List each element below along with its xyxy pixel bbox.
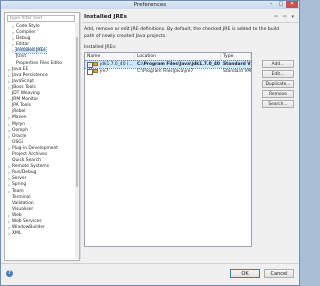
row-name: jdk1.7.0_40 (... — [100, 62, 133, 67]
column-location[interactable]: Location — [135, 53, 221, 60]
edit-button[interactable]: Edit... — [262, 70, 294, 78]
tree-item-label: JavaScript — [12, 78, 35, 84]
jre-icon — [93, 62, 98, 66]
tree-item-label: Web Services — [12, 219, 42, 224]
row-name: jre7 — [100, 69, 109, 74]
tree-item-label: Debug — [16, 36, 31, 42]
expand-arrow-icon[interactable]: ▷ — [8, 231, 11, 237]
tree-item-label: Code Style — [16, 24, 40, 29]
tree-item-label: Web — [12, 212, 22, 218]
tree-item-label: Mylyn — [12, 121, 25, 127]
window-title: Preferences — [133, 2, 167, 8]
tree-item-label: Editor — [16, 42, 29, 48]
minimize-button[interactable]: – — [266, 1, 276, 8]
tree-item-label: OSGi — [12, 139, 23, 145]
preferences-window: Preferences – □ ✕ type filter text ▷ Code… — [0, 0, 300, 286]
preferences-tree-panel: type filter text ▷ Code Style ▷ Compiler ▷ De… — [4, 12, 80, 261]
tree-item-label: Maven — [12, 115, 27, 121]
cancel-button[interactable]: Cancel — [264, 269, 294, 278]
tree-item-label: XML — [12, 231, 22, 237]
help-icon[interactable]: ? — [6, 270, 13, 277]
panel-divider[interactable] — [80, 12, 81, 259]
tree-item-label: Oracle — [12, 133, 27, 139]
tree-item-label: JPA Tools — [12, 103, 31, 109]
table-row[interactable]: jre7 C:\Program Files\Java\jre7 Standard… — [85, 68, 251, 75]
tree-item-label: JBoss Tools — [12, 84, 36, 90]
filter-input[interactable]: type filter text — [7, 15, 75, 22]
tree-item[interactable]: ▷ XML — [5, 231, 79, 237]
tree-item-label: Properties Files Edito — [16, 60, 62, 66]
remove-button[interactable]: Remove — [262, 90, 294, 98]
page-nav: ⇦ ⇨ ▾ — [271, 14, 294, 20]
ok-button[interactable]: OK — [230, 269, 260, 278]
tree-item-label: Project Archives — [12, 151, 48, 157]
page-description: Add, remove or edit JRE definitions. By … — [84, 27, 280, 39]
tree-item-label: Installed JREs — [15, 47, 47, 55]
tree-item-label: JDT Weaving — [12, 91, 40, 97]
search-button[interactable]: Search... — [262, 100, 294, 108]
tree-item-label: Java Persistence — [12, 72, 48, 78]
jre-table: Name Location Type ✓ jdk1.7.0_40 (... C:… — [84, 52, 252, 247]
tree-scrollbar-thumb[interactable] — [76, 37, 78, 187]
maximize-button[interactable]: □ — [276, 1, 286, 8]
back-arrow-icon[interactable]: ⇦ — [274, 14, 278, 20]
tree-item-label: JUnit — [16, 54, 27, 60]
tree-item-label: Java EE — [12, 66, 29, 72]
tree-item-label: JRM Monitor — [12, 97, 39, 103]
header-separator — [82, 22, 298, 23]
close-button[interactable]: ✕ — [286, 1, 298, 8]
tree-item-label: Validation — [12, 200, 34, 206]
preferences-tree: ▷ Code Style ▷ Compiler ▷ Debug ▷ Editor ▷ Instal… — [5, 24, 79, 237]
installed-jres-page: Installed JREs ⇦ ⇨ ▾ Add, remove or edit… — [82, 12, 298, 259]
table-row[interactable]: ✓ jdk1.7.0_40 (... C:\Program Files\Java… — [84, 60, 252, 69]
duplicate-button[interactable]: Duplicate... — [262, 80, 294, 88]
jre-icon — [93, 69, 98, 73]
tree-item-label: Quick Search — [12, 158, 41, 164]
row-type: Standard VM — [223, 69, 251, 74]
tree-item-label: Visualiser — [12, 206, 34, 212]
footer-separator — [1, 263, 299, 264]
row-location: C:\Program Files\Java\jdk1.7.0_40 — [137, 62, 220, 67]
view-menu-icon[interactable]: ▾ — [291, 14, 294, 20]
tree-item-label: WindowBuilder — [12, 225, 45, 231]
tree-item-label: Compiler — [16, 30, 36, 36]
tree-item-label: Server — [12, 176, 27, 182]
tree-item-label: Run/Debug — [12, 170, 37, 176]
tree-item-label: Plug-in Development — [12, 145, 58, 151]
tree-item-label: Remote Systems — [12, 164, 49, 170]
row-type: Standard VM — [223, 62, 251, 67]
table-header: Name Location Type — [85, 53, 251, 61]
tree-item-label: Spring — [12, 182, 27, 188]
tree-item-label: jRebel — [12, 109, 26, 115]
installed-jres-label: Installed JREs: — [84, 45, 117, 50]
column-name[interactable]: Name — [85, 53, 135, 60]
forward-arrow-icon[interactable]: ⇨ — [283, 14, 287, 20]
tree-item-label: Team — [12, 188, 24, 194]
tree-item-label: Terminal — [12, 194, 31, 200]
page-title: Installed JREs — [84, 14, 127, 20]
column-type[interactable]: Type — [221, 53, 251, 60]
add-button[interactable]: Add... — [262, 60, 294, 68]
title-bar: Preferences – □ ✕ — [1, 1, 299, 9]
row-location: C:\Program Files\Java\jre7 — [137, 69, 194, 74]
tree-item-label: Oomph — [12, 127, 28, 133]
